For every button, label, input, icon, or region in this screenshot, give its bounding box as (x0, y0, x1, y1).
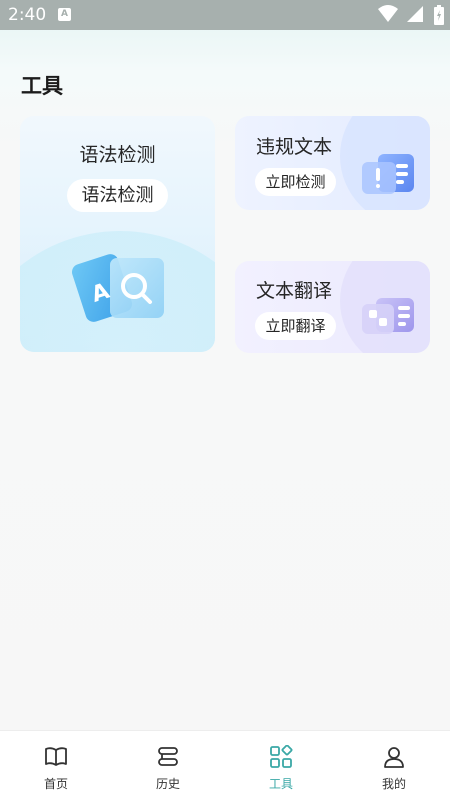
grammar-check-title: 语法检测 (79, 144, 156, 166)
signal-icon (407, 6, 423, 22)
warning-document-icon (362, 154, 414, 194)
history-icon (158, 747, 178, 766)
nav-label-profile: 我的 (381, 777, 406, 791)
status-time: 2:40 (8, 5, 47, 25)
status-bar: 2:40 A (0, 0, 450, 30)
nav-label-tools: 工具 (268, 777, 293, 791)
nav-profile[interactable]: 我的 (338, 731, 450, 800)
violation-check-button[interactable]: 立即检测 (255, 168, 336, 196)
nav-label-home: 首页 (43, 777, 68, 791)
bottom-nav: 首页 历史 工具 我的 (0, 730, 450, 800)
nav-label-history: 历史 (155, 777, 180, 791)
grammar-check-button[interactable]: 语法检测 (67, 179, 168, 212)
nav-tools[interactable]: 工具 (225, 731, 337, 800)
app-notification-icon: A (58, 8, 71, 21)
book-icon (45, 747, 67, 766)
tools-grid-icon (270, 745, 293, 768)
battery-icon (434, 5, 444, 25)
nav-home[interactable]: 首页 (0, 731, 112, 800)
text-translate-title: 文本翻译 (256, 280, 333, 302)
translate-icon (362, 298, 414, 334)
violation-text-title: 违规文本 (256, 136, 333, 158)
wifi-icon (378, 5, 398, 22)
nav-history[interactable]: 历史 (112, 731, 224, 800)
translate-button[interactable]: 立即翻译 (255, 312, 336, 340)
grammar-search-icon: A (71, 254, 164, 322)
profile-icon (384, 747, 404, 768)
page-title: 工具 (21, 74, 63, 98)
